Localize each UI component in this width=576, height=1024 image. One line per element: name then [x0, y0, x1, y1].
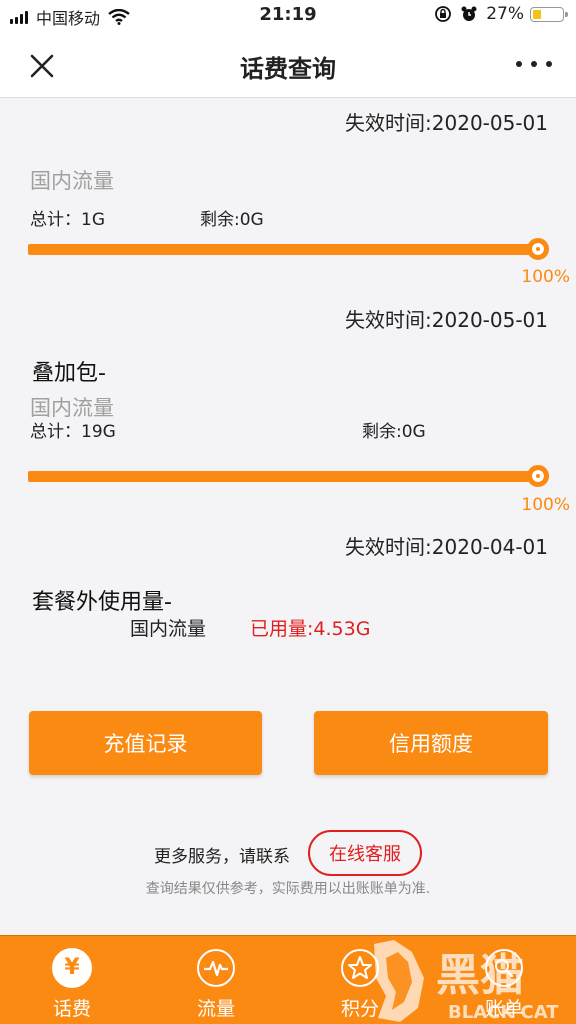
- main-content: 失效时间:2020-05-01 国内流量 总计：1G 剩余:0G 100% 失效…: [0, 99, 576, 935]
- watermark-text: 黑猫: [436, 950, 524, 1001]
- credit-limit-button[interactable]: 信用额度: [314, 711, 548, 775]
- battery-icon: [530, 6, 568, 22]
- nav-bar: 话费查询: [0, 32, 576, 98]
- battery-percent: 27%: [486, 4, 524, 24]
- tab-bill-fee[interactable]: ¥ 话费: [0, 936, 144, 1024]
- package-category: 国内流量: [30, 169, 114, 193]
- page-title: 话费查询: [240, 55, 336, 83]
- usage-progress-bar: [28, 244, 540, 255]
- package-title: 叠加包-: [32, 361, 106, 386]
- overage-used: 已用量:4.53G: [250, 618, 371, 640]
- package-total: 总计：19G: [30, 422, 116, 442]
- recharge-record-button[interactable]: 充值记录: [29, 711, 262, 775]
- tab-label: 流量: [196, 998, 235, 1020]
- usage-percent: 100%: [521, 495, 570, 515]
- more-dots-icon[interactable]: [516, 54, 552, 74]
- tab-label: 话费: [52, 998, 91, 1020]
- service-text: 更多服务，请联系: [154, 847, 290, 867]
- watermark-subtext: BLACK CAT: [448, 1002, 559, 1023]
- progress-knob: [527, 238, 549, 260]
- expire-time: 失效时间:2020-05-01: [345, 308, 548, 332]
- status-bar: 中国移动 21:19 27%: [0, 0, 576, 32]
- status-right: 27%: [434, 4, 568, 24]
- usage-percent: 100%: [521, 267, 570, 287]
- progress-knob: [527, 465, 549, 487]
- black-cat-watermark: 黑猫 BLACK CAT: [374, 940, 559, 1023]
- disclaimer: 查询结果仅供参考，实际费用以出账账单为准.: [145, 881, 431, 897]
- alarm-icon: [461, 6, 477, 21]
- overage-category: 国内流量: [130, 618, 207, 640]
- expire-time: 失效时间:2020-04-01: [345, 535, 548, 559]
- overage-title: 套餐外使用量-: [32, 590, 172, 615]
- usage-progress-bar: [28, 471, 540, 482]
- rotation-lock-icon: [435, 6, 452, 22]
- yuan-icon: ¥: [52, 948, 92, 988]
- tab-data[interactable]: 流量: [144, 936, 288, 1024]
- package-remaining: 剩余:0G: [200, 210, 264, 230]
- package-remaining: 剩余:0G: [362, 422, 426, 442]
- expire-time: 失效时间:2020-05-01: [345, 111, 548, 135]
- pulse-icon: [197, 949, 235, 987]
- package-total: 总计：1G: [30, 210, 105, 230]
- online-service-button[interactable]: 在线客服: [308, 830, 422, 876]
